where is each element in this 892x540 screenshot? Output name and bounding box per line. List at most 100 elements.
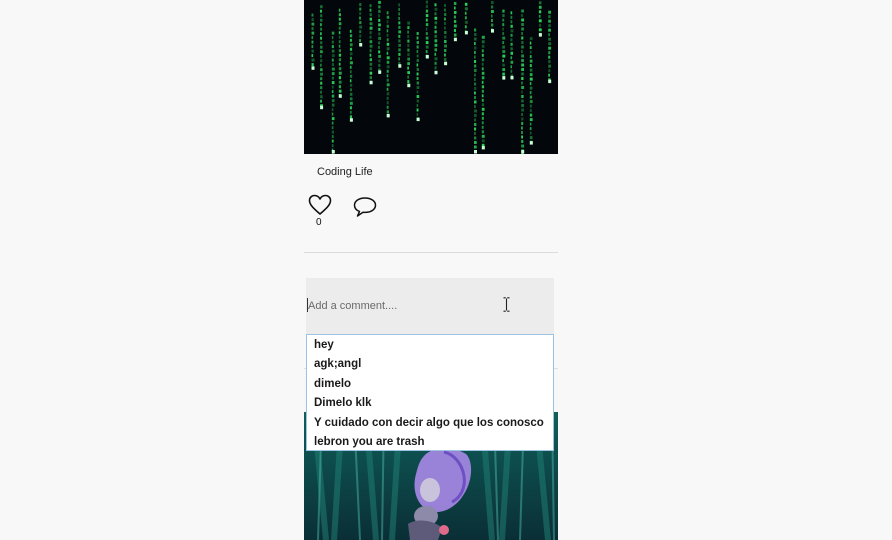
matrix-glyph	[464, 7, 468, 11]
comment-button[interactable]	[353, 196, 377, 218]
matrix-glyph	[521, 122, 524, 125]
matrix-glyph	[359, 21, 362, 25]
matrix-glyph	[349, 97, 353, 101]
matrix-glyph	[359, 34, 362, 38]
autocomplete-suggestion[interactable]: dimelo	[307, 375, 553, 394]
autocomplete-suggestion[interactable]: Dimelo klk	[307, 394, 553, 413]
matrix-glyph	[338, 71, 342, 75]
matrix-glyph	[453, 6, 456, 10]
matrix-glyph	[538, 19, 542, 23]
matrix-glyph	[338, 89, 342, 93]
matrix-glyph	[464, 2, 468, 6]
matrix-glyph	[386, 29, 389, 33]
autocomplete-suggestion[interactable]: lebron you are trash	[307, 433, 553, 452]
matrix-glyph	[320, 27, 323, 31]
matrix-glyph	[444, 8, 446, 12]
matrix-glyph	[510, 65, 512, 69]
matrix-glyph	[538, 5, 542, 9]
post-divider	[304, 252, 558, 253]
matrix-glyph	[398, 43, 401, 47]
matrix-glyph	[398, 3, 400, 7]
matrix-glyph	[521, 86, 525, 89]
matrix-glyph	[491, 23, 494, 27]
matrix-glyph	[491, 19, 493, 22]
matrix-glyph	[416, 72, 419, 76]
matrix-glyph	[474, 123, 477, 126]
matrix-glyph	[548, 19, 551, 23]
matrix-glyph	[416, 90, 419, 94]
speech-bubble-icon	[353, 197, 377, 217]
matrix-glyph	[311, 63, 314, 67]
matrix-glyph	[425, 50, 428, 54]
matrix-glyph	[407, 71, 410, 75]
matrix-glyph	[481, 94, 484, 98]
matrix-code-rain-graphic	[311, 0, 552, 154]
comment-input[interactable]	[306, 278, 554, 334]
matrix-glyph-head	[398, 64, 402, 68]
matrix-glyph	[502, 32, 505, 36]
matrix-glyph	[331, 72, 335, 76]
autocomplete-suggestion[interactable]: Y cuidado con decir algo que los conosco	[307, 414, 553, 433]
matrix-glyph	[474, 46, 477, 50]
matrix-glyph	[416, 68, 419, 71]
matrix-glyph	[378, 5, 381, 9]
matrix-glyph	[386, 60, 390, 64]
matrix-glyph	[521, 95, 524, 98]
matrix-glyph	[311, 31, 315, 35]
matrix-glyph	[521, 27, 524, 31]
matrix-glyph	[331, 99, 335, 103]
matrix-glyph	[481, 80, 484, 84]
matrix-glyph	[407, 62, 410, 66]
matrix-glyph	[378, 27, 381, 31]
matrix-glyph	[386, 69, 389, 73]
matrix-glyph	[338, 26, 341, 30]
matrix-glyph	[320, 59, 323, 63]
matrix-glyph	[369, 62, 373, 66]
like-button[interactable]	[308, 194, 332, 216]
matrix-glyph	[474, 96, 476, 99]
matrix-glyph	[453, 24, 457, 28]
matrix-glyph	[311, 22, 315, 26]
matrix-glyph	[502, 45, 505, 49]
matrix-glyph	[474, 127, 477, 131]
matrix-glyph-head	[481, 145, 485, 150]
matrix-glyph	[369, 67, 372, 71]
matrix-glyph	[521, 108, 525, 112]
matrix-glyph	[331, 81, 335, 85]
matrix-glyph	[398, 16, 400, 20]
matrix-glyph	[474, 69, 477, 72]
matrix-glyph	[529, 86, 533, 90]
matrix-glyph	[349, 65, 352, 69]
matrix-glyph	[521, 131, 523, 134]
matrix-glyph	[320, 63, 322, 67]
matrix-glyph	[386, 47, 390, 51]
matrix-glyph	[320, 99, 322, 103]
matrix-glyph	[378, 50, 381, 54]
matrix-glyph	[474, 109, 477, 113]
matrix-glyph	[548, 73, 550, 77]
autocomplete-suggestion[interactable]: agk;angl	[307, 355, 553, 374]
matrix-glyph	[398, 12, 400, 16]
matrix-glyph	[444, 13, 447, 16]
matrix-glyph	[331, 85, 334, 89]
matrix-glyph	[331, 139, 334, 143]
matrix-glyph	[425, 32, 428, 36]
matrix-glyph	[320, 23, 322, 27]
matrix-glyph	[338, 85, 341, 89]
matrix-glyph	[444, 53, 446, 57]
matrix-glyph	[548, 10, 551, 14]
autocomplete-dropdown: hey agk;angl dimelo Dimelo klk Y cuidado…	[306, 334, 554, 451]
matrix-glyph	[474, 141, 477, 144]
matrix-glyph	[331, 90, 334, 94]
matrix-glyph	[331, 36, 334, 40]
autocomplete-suggestion[interactable]: hey	[307, 336, 553, 355]
matrix-glyph	[331, 76, 334, 80]
matrix-glyph	[521, 144, 525, 148]
matrix-glyph	[548, 69, 551, 73]
post-image	[304, 0, 558, 154]
matrix-glyph	[521, 140, 524, 143]
matrix-glyph	[369, 49, 372, 53]
matrix-glyph	[481, 58, 485, 62]
matrix-glyph	[529, 41, 532, 45]
matrix-glyph	[521, 153, 524, 154]
